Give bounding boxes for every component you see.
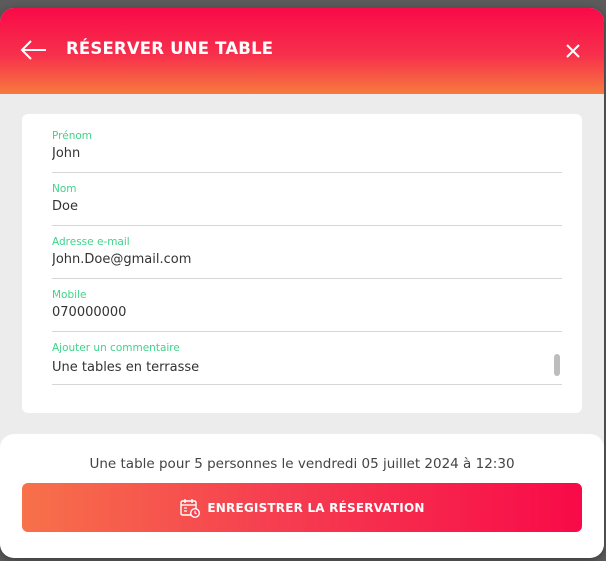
first-name-label: Prénom bbox=[52, 130, 93, 142]
comment-scrollbar[interactable] bbox=[554, 354, 560, 376]
last-name-input[interactable] bbox=[52, 199, 542, 214]
reservation-form: Prénom Nom Adresse e-mail Mobile Ajouter… bbox=[22, 114, 582, 413]
page-title: RÉSERVER UNE TABLE bbox=[66, 39, 274, 58]
first-name-field[interactable]: Prénom bbox=[52, 120, 562, 173]
email-label: Adresse e-mail bbox=[52, 236, 130, 248]
comment-field[interactable]: Ajouter un commentaire Une tables en ter… bbox=[52, 332, 562, 385]
comment-label: Ajouter un commentaire bbox=[52, 342, 180, 354]
reservation-modal: RÉSERVER UNE TABLE Prénom Nom Adresse e-… bbox=[0, 8, 604, 558]
first-name-input[interactable] bbox=[52, 146, 542, 161]
modal-header: RÉSERVER UNE TABLE bbox=[0, 8, 604, 94]
last-name-field[interactable]: Nom bbox=[52, 173, 562, 226]
email-field[interactable]: Adresse e-mail bbox=[52, 226, 562, 279]
email-input[interactable] bbox=[52, 252, 542, 267]
comment-textarea[interactable]: Une tables en terrasse bbox=[52, 360, 542, 375]
last-name-label: Nom bbox=[52, 183, 77, 195]
mobile-field[interactable]: Mobile bbox=[52, 279, 562, 332]
calendar-clock-icon bbox=[180, 498, 201, 518]
mobile-input[interactable] bbox=[52, 305, 542, 320]
mobile-label: Mobile bbox=[52, 289, 87, 301]
back-button[interactable] bbox=[20, 38, 48, 62]
reservation-summary: Une table pour 5 personnes le vendredi 0… bbox=[89, 456, 515, 472]
arrow-left-icon bbox=[20, 40, 46, 60]
close-icon bbox=[566, 44, 580, 58]
save-reservation-button[interactable]: ENREGISTRER LA RÉSERVATION bbox=[22, 483, 582, 532]
save-button-label: ENREGISTRER LA RÉSERVATION bbox=[207, 500, 425, 515]
modal-footer: Une table pour 5 personnes le vendredi 0… bbox=[0, 434, 604, 558]
close-button[interactable] bbox=[564, 42, 582, 60]
